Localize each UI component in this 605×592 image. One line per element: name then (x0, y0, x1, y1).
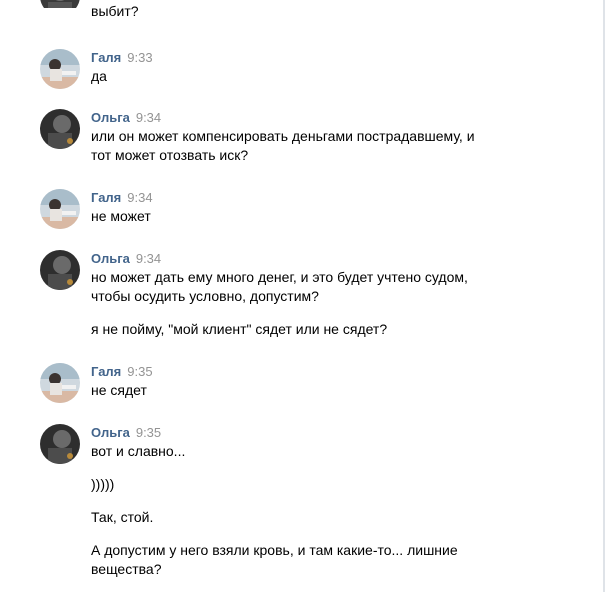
author-name[interactable]: Галя (91, 190, 121, 205)
message-text: не может (91, 208, 151, 224)
message-time[interactable]: 9:33 (127, 50, 152, 65)
message-text: я не пойму, "мой клиент" сядет или не ся… (91, 321, 388, 337)
galya-avatar[interactable] (40, 363, 80, 403)
message-text: но может дать ему много денег, и это буд… (91, 269, 468, 285)
author-name[interactable]: Галя (91, 50, 121, 65)
message-text: да (91, 68, 107, 84)
author-name[interactable]: Галя (91, 364, 121, 379)
message-text: или он может компенсировать деньгами пос… (91, 128, 475, 144)
author-name[interactable]: Ольга (91, 110, 130, 125)
message-time[interactable]: 9:35 (136, 425, 161, 440)
message-text: вот и славно... (91, 443, 186, 459)
message-time[interactable]: 9:34 (127, 190, 152, 205)
message-time[interactable]: 9:35 (127, 364, 152, 379)
message-time[interactable]: 9:34 (136, 251, 161, 266)
galya-avatar[interactable] (40, 49, 80, 89)
olga-avatar[interactable] (40, 109, 80, 149)
message-text: выбит? (91, 3, 139, 19)
message-text: вещества? (91, 561, 162, 577)
galya-avatar[interactable] (40, 189, 80, 229)
message-text: чтобы осудить условно, допустим? (91, 288, 319, 304)
author-name[interactable]: Ольга (91, 425, 130, 440)
message-text: Так, стой. (91, 509, 154, 525)
message-text: ))))) (91, 476, 115, 492)
message-text: тот может отозвать иск? (91, 147, 249, 163)
message-time[interactable]: 9:34 (136, 110, 161, 125)
olga-avatar[interactable] (40, 424, 80, 464)
message-text: не сядет (91, 382, 147, 398)
chat-history[interactable]: выбит? Галя 9:33 да Ольга 9:34 или он мо… (0, 0, 605, 592)
message-text: А допустим у него взяли кровь, и там как… (91, 542, 458, 558)
author-name[interactable]: Ольга (91, 251, 130, 266)
olga-avatar[interactable] (40, 0, 80, 8)
olga-avatar[interactable] (40, 250, 80, 290)
